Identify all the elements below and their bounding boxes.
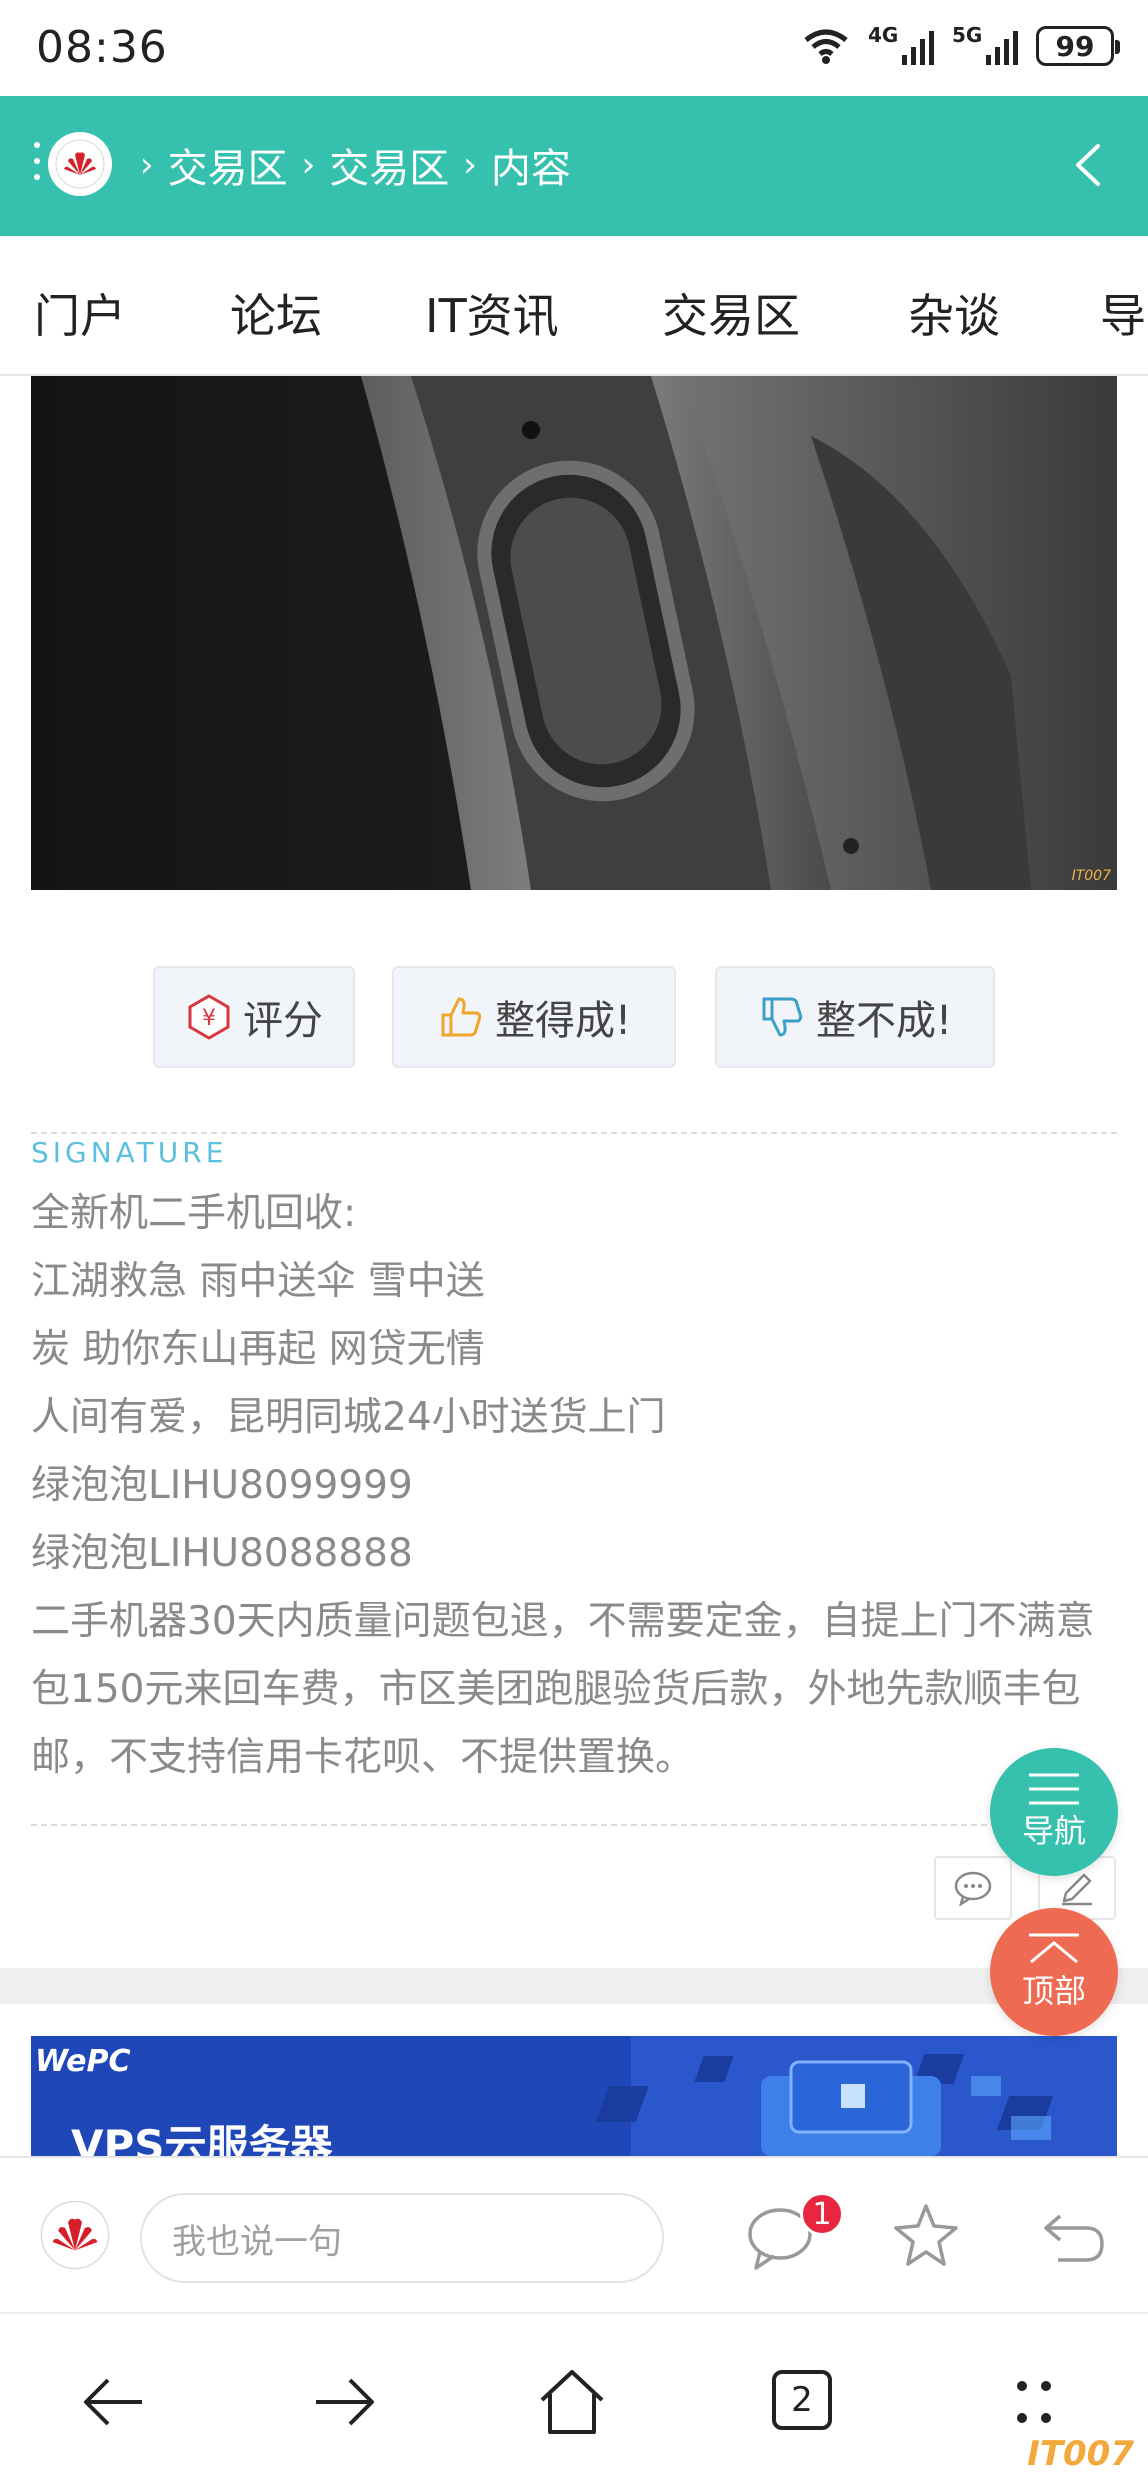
share-return-icon[interactable]	[1036, 2198, 1112, 2274]
network-5g-label: 5G	[952, 23, 983, 47]
battery-icon: 99	[1036, 26, 1120, 66]
ad-banner[interactable]: WePC VPS云服务器	[31, 2036, 1117, 2156]
thumbs-down-icon	[762, 997, 803, 1037]
signal-4g-icon: 4G	[868, 23, 934, 65]
thumbs-up-icon	[441, 997, 482, 1037]
breadcrumb-separator-icon: ›	[140, 145, 154, 185]
breadcrumb-item-2[interactable]: 交易区	[329, 136, 449, 194]
tab-portal[interactable]: 门户	[34, 280, 126, 346]
tab-it-news[interactable]: IT资讯	[425, 280, 559, 346]
nav-float-label: 导航	[1021, 1812, 1086, 1850]
like-label: 整得成!	[494, 998, 632, 1044]
tab-guide[interactable]: 导	[1100, 280, 1146, 346]
menu-dots-icon[interactable]	[34, 142, 40, 190]
home-icon[interactable]	[534, 2364, 610, 2440]
image-watermark: IT007	[1071, 868, 1111, 884]
signature-line: 人间有爱，昆明同城24小时送货上门	[31, 1395, 666, 1440]
rate-label: 评分	[243, 998, 323, 1044]
comment-count-badge: 1	[800, 2192, 844, 2236]
wifi-icon	[804, 29, 848, 64]
forward-arrow-icon[interactable]	[306, 2364, 382, 2440]
site-logo[interactable]	[48, 132, 112, 196]
comment-bubble-icon	[954, 1871, 992, 1906]
signature-line: 全新机二手机回收:	[31, 1191, 357, 1236]
tab-trading[interactable]: 交易区	[662, 280, 800, 346]
huawei-logo-icon	[40, 2200, 110, 2270]
signature-line: 绿泡泡LIHU8088888	[31, 1531, 413, 1576]
signature-line: 二手机器30天内质量问题包退，不需要定金，自提上门不满意包150元来回车费，市区…	[31, 1599, 1095, 1780]
browser-nav-bar: IT007	[0, 2312, 1148, 2480]
network-4g-label: 4G	[868, 23, 899, 47]
signature-line: 江湖救急 雨中送伞 雪中送	[31, 1259, 485, 1304]
back-arrow-icon[interactable]	[76, 2364, 152, 2440]
arrow-up-icon	[1029, 1933, 1079, 1964]
breadcrumb-separator-icon: ›	[463, 145, 477, 185]
rate-button[interactable]: ¥ 评分	[153, 966, 355, 1068]
divider	[31, 1132, 1117, 1134]
rate-yuan-icon: ¥	[188, 994, 230, 1040]
post-image[interactable]: IT007	[31, 376, 1117, 890]
status-icons: 4G 5G 99	[802, 23, 1120, 66]
signature-text: 全新机二手机回收: 江湖救急 雨中送伞 雪中送 炭 助你东山再起 网贷无情 人间…	[31, 1180, 1131, 1792]
breadcrumb-separator-icon: ›	[301, 145, 316, 185]
app-header: › 交易区 › 交易区 › 内容	[0, 96, 1148, 236]
tab-chat[interactable]: 杂谈	[908, 280, 1000, 346]
svg-text:¥: ¥	[202, 1006, 216, 1031]
status-time: 08:36	[36, 22, 168, 73]
signature-heading: SIGNATURE	[31, 1136, 228, 1169]
dislike-button[interactable]: 整不成!	[715, 966, 995, 1068]
huawei-logo-icon	[55, 139, 105, 189]
breadcrumb: › 交易区 › 交易区 › 内容	[126, 136, 571, 194]
section-gap	[0, 1968, 1148, 2004]
post-image-graphic	[31, 376, 1117, 890]
more-menu-icon[interactable]	[996, 2364, 1072, 2440]
reply-button[interactable]	[934, 1856, 1012, 1920]
tab-forum[interactable]: 论坛	[230, 280, 322, 346]
tab-switcher-button[interactable]: 2	[772, 2370, 832, 2430]
site-watermark: IT007	[1027, 2434, 1134, 2474]
status-bar: 08:36 4G 5G 99	[0, 0, 1148, 96]
signal-5g-icon: 5G	[952, 23, 1018, 65]
dislike-label: 整不成!	[815, 998, 953, 1044]
nav-float-button[interactable]: 导航	[990, 1748, 1118, 1876]
comment-bar: 我也说一句 1	[0, 2156, 1148, 2312]
back-chevron-icon[interactable]	[1064, 140, 1114, 190]
like-button[interactable]: 整得成!	[392, 966, 676, 1068]
ad-title: VPS云服务器	[71, 2121, 333, 2156]
ad-brand: WePC	[35, 2044, 131, 2079]
back-to-top-label: 顶部	[1021, 1972, 1086, 2010]
comment-input[interactable]: 我也说一句	[140, 2193, 664, 2283]
menu-lines-icon	[1029, 1773, 1079, 1805]
back-to-top-button[interactable]: 顶部	[990, 1908, 1118, 2036]
breadcrumb-item-1[interactable]: 交易区	[168, 136, 288, 194]
nav-tabs: 门户 论坛 IT资讯 交易区 杂谈 导	[0, 236, 1148, 376]
divider	[31, 1824, 1117, 1826]
user-avatar[interactable]	[38, 2198, 112, 2272]
breadcrumb-item-3: 内容	[490, 146, 571, 192]
signature-line: 绿泡泡LIHU8099999	[31, 1463, 413, 1508]
star-favorite-icon[interactable]	[888, 2198, 964, 2274]
signature-line: 炭 助你东山再起 网贷无情	[31, 1327, 485, 1372]
